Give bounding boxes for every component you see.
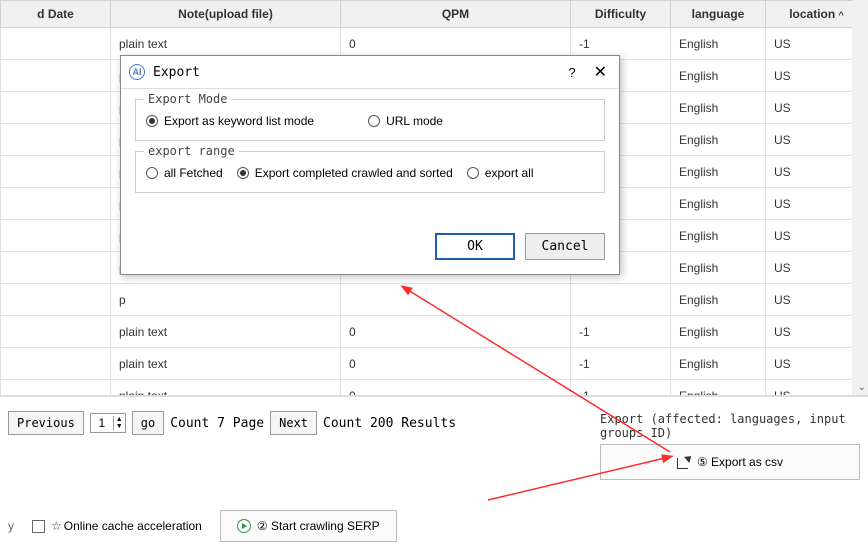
export-affected-label: Export (affected: languages, input group… bbox=[600, 412, 860, 440]
radio-all-fetched[interactable]: all Fetched bbox=[146, 166, 223, 180]
next-button[interactable]: Next bbox=[270, 411, 317, 435]
vertical-scrollbar[interactable] bbox=[852, 0, 868, 395]
cancel-button[interactable]: Cancel bbox=[525, 233, 605, 260]
table-row[interactable]: plain text0-1EnglishUS bbox=[1, 348, 868, 380]
ok-button[interactable]: OK bbox=[435, 233, 515, 260]
col-difficulty[interactable]: Difficulty bbox=[571, 1, 671, 28]
page-down-icon[interactable]: ▼ bbox=[114, 423, 125, 430]
radio-keyword-list[interactable]: Export as keyword list mode bbox=[146, 114, 314, 128]
close-icon[interactable]: ✕ bbox=[590, 62, 611, 82]
dialog-icon: AI bbox=[129, 64, 145, 80]
results-count-label: Count 200 Results bbox=[323, 416, 456, 431]
radio-export-all[interactable]: export all bbox=[467, 166, 534, 180]
table-row[interactable]: plain text0-1EnglishUS bbox=[1, 316, 868, 348]
table-row[interactable]: plain text0-1EnglishUS bbox=[1, 380, 868, 396]
table-row[interactable]: pEnglishUS bbox=[1, 284, 868, 316]
help-icon[interactable]: ? bbox=[568, 65, 575, 80]
col-date[interactable]: d Date bbox=[1, 1, 111, 28]
export-range-group: export range all Fetched Export complete… bbox=[135, 151, 605, 193]
star-icon: ☆ bbox=[51, 519, 62, 533]
page-spinner[interactable]: ▲▼ bbox=[90, 413, 126, 433]
page-up-icon[interactable]: ▲ bbox=[114, 416, 125, 423]
page-count-label: Count 7 Page bbox=[170, 416, 264, 431]
export-csv-button[interactable]: ⑤ Export as csv bbox=[600, 444, 860, 480]
prev-button[interactable]: Previous bbox=[8, 411, 84, 435]
col-language[interactable]: language bbox=[671, 1, 766, 28]
radio-completed-sorted[interactable]: Export completed crawled and sorted bbox=[237, 166, 453, 180]
dialog-title: Export bbox=[153, 65, 568, 80]
export-icon bbox=[677, 455, 691, 469]
col-qpm[interactable]: QPM bbox=[341, 1, 571, 28]
page-input[interactable] bbox=[91, 414, 113, 432]
export-range-legend: export range bbox=[144, 144, 239, 158]
export-mode-legend: Export Mode bbox=[144, 92, 231, 106]
scroll-down-icon[interactable]: ⌄ bbox=[858, 382, 866, 393]
export-mode-group: Export Mode Export as keyword list mode … bbox=[135, 99, 605, 141]
go-button[interactable]: go bbox=[132, 411, 164, 435]
radio-url-mode[interactable]: URL mode bbox=[368, 114, 443, 128]
cache-checkbox[interactable]: ☆ Online cache acceleration bbox=[32, 519, 202, 533]
start-crawling-button[interactable]: ② Start crawling SERP bbox=[220, 510, 397, 542]
truncated-label: y bbox=[8, 519, 14, 533]
export-dialog: AI Export ? ✕ Export Mode Export as keyw… bbox=[120, 55, 620, 275]
col-note[interactable]: Note(upload file) bbox=[111, 1, 341, 28]
play-icon bbox=[237, 519, 251, 533]
